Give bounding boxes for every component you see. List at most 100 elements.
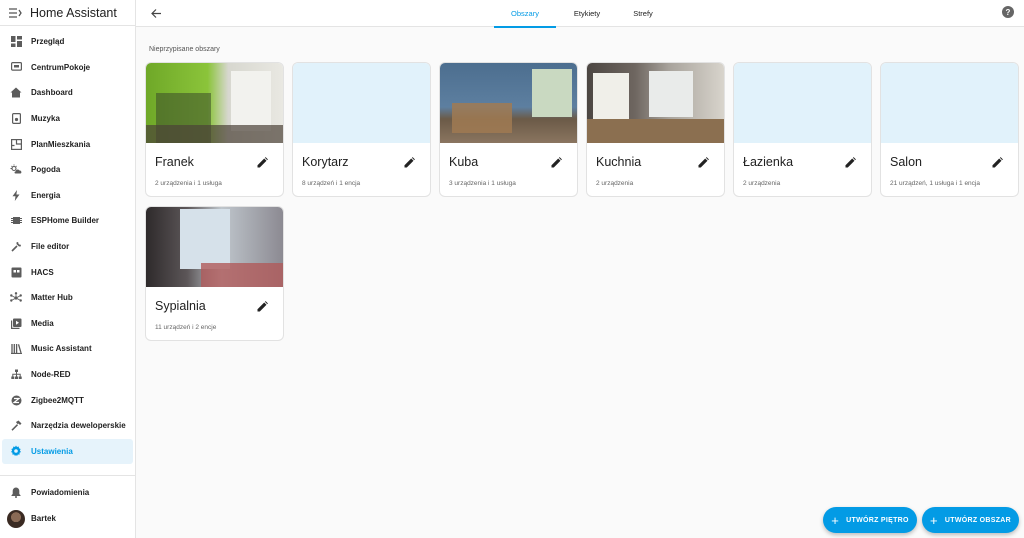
area-card-sypialnia[interactable]: Sypialnia 11 urządzeń i 2 encje (145, 206, 284, 341)
sidebar-item-esphome[interactable]: ESPHome Builder (2, 208, 133, 234)
sidebar-item-file-editor[interactable]: File editor (2, 234, 133, 260)
area-name: Kuba (449, 155, 479, 169)
area-image (146, 63, 283, 143)
menu-icon[interactable] (8, 6, 22, 20)
sidebar-item-label: HACS (31, 267, 54, 277)
zigbee-icon (10, 394, 22, 406)
area-summary: 2 urządzenia i 1 usługa (155, 180, 222, 187)
pencil-icon[interactable] (698, 155, 710, 168)
plus-icon: + (929, 512, 938, 528)
play-box-icon (10, 317, 22, 329)
arrow-left-icon (150, 8, 161, 18)
area-name: Salon (890, 155, 922, 169)
area-image (587, 63, 724, 143)
area-summary: 2 urządzenia (596, 180, 634, 187)
area-image (146, 207, 283, 287)
area-card-kuchnia[interactable]: Kuchnia 2 urządzenia (586, 62, 725, 197)
wrench-icon (10, 241, 22, 253)
sidebar-item-zigbee2mqtt[interactable]: Zigbee2MQTT (2, 387, 133, 413)
sidebar-item-notifications[interactable]: Powiadomienia (2, 480, 134, 505)
area-card-lazienka[interactable]: Łazienka 2 urządzenia (733, 62, 872, 197)
sidebar-item-label: Narzędzia deweloperskie (31, 421, 126, 431)
monitor-icon (10, 61, 22, 73)
area-card-kuba[interactable]: Kuba 3 urządzenia i 1 usługa (439, 62, 578, 197)
area-name: Franek (155, 155, 194, 169)
sidebar-item-planmieszkania[interactable]: PlanMieszkania (2, 131, 133, 157)
weather-icon (10, 164, 22, 176)
area-image-placeholder (881, 63, 1018, 143)
sidebar-item-label: Music Assistant (31, 344, 92, 354)
sidebar-item-user[interactable]: Bartek (2, 506, 134, 531)
sidebar-item-muzyka[interactable]: Muzyka (2, 106, 133, 132)
area-image (440, 63, 577, 143)
pencil-icon[interactable] (404, 155, 416, 168)
lightning-icon (10, 189, 22, 201)
back-button[interactable] (148, 5, 164, 21)
library-icon (10, 343, 22, 355)
create-floor-button[interactable]: + UTWÓRZ PIĘTRO (823, 507, 917, 533)
create-area-button[interactable]: + UTWÓRZ OBSZAR (922, 507, 1019, 533)
sidebar-item-centrumpokoje[interactable]: CentrumPokoje (2, 55, 133, 81)
app-title: Home Assistant (30, 5, 117, 20)
area-card-korytarz[interactable]: Korytarz 8 urządzeń i 1 encja (292, 62, 431, 197)
section-title: Nieprzypisane obszary (149, 46, 220, 53)
tab-etykiety[interactable]: Etykiety (556, 0, 618, 27)
pencil-icon[interactable] (257, 299, 269, 312)
tab-obszary[interactable]: Obszary (494, 0, 556, 28)
sidebar-item-label: File editor (31, 242, 70, 252)
main-content: Nieprzypisane obszary Franek 2 urządzeni… (136, 27, 1024, 538)
sidebar-item-dev-tools[interactable]: Narzędzia deweloperskie (2, 413, 133, 439)
sidebar-item-label: CentrumPokoje (31, 62, 91, 72)
chip-icon (10, 215, 22, 227)
top-app-bar: Obszary Etykiety Strefy ? (136, 0, 1024, 28)
area-name: Korytarz (302, 155, 349, 169)
sidebar-item-label: Przegląd (31, 37, 65, 47)
sidebar-item-music-assistant[interactable]: Music Assistant (2, 336, 133, 362)
sitemap-icon (10, 369, 22, 381)
help-icon[interactable]: ? (1002, 6, 1014, 18)
sidebar-item-przeglad[interactable]: Przegląd (2, 29, 133, 55)
sidebar-item-pogoda[interactable]: Pogoda (2, 157, 133, 183)
sidebar-item-label: Dashboard (31, 88, 73, 98)
sidebar-item-ustawienia[interactable]: Ustawienia (2, 438, 133, 465)
area-card-franek[interactable]: Franek 2 urządzenia i 1 usługa (145, 62, 284, 197)
pencil-icon[interactable] (257, 155, 269, 168)
speaker-icon (10, 113, 22, 125)
sidebar-item-dashboard[interactable]: Dashboard (2, 80, 133, 106)
sidebar-item-hacs[interactable]: HACS (2, 259, 133, 285)
sidebar-item-media[interactable]: Media (2, 311, 133, 337)
store-icon (10, 266, 22, 278)
area-summary: 21 urządzeń, 1 usługa i 1 encja (890, 180, 980, 187)
create-floor-label: UTWÓRZ PIĘTRO (846, 516, 909, 524)
sidebar-item-matter-hub[interactable]: Matter Hub (2, 285, 133, 311)
sidebar-item-label: Energia (31, 190, 61, 200)
area-summary: 2 urządzenia (743, 180, 781, 187)
hub-icon (10, 291, 22, 304)
hammer-icon (10, 420, 22, 432)
avatar (7, 509, 25, 528)
tab-strefy[interactable]: Strefy (618, 0, 668, 27)
sidebar-item-label: Media (31, 318, 54, 328)
area-name: Kuchnia (596, 155, 642, 169)
sidebar-item-label: Node-RED (31, 370, 71, 380)
sidebar-item-label: Ustawienia (31, 446, 73, 456)
pencil-icon[interactable] (551, 155, 563, 168)
sidebar-item-label: Powiadomienia (31, 488, 90, 497)
area-summary: 11 urządzeń i 2 encje (155, 324, 217, 331)
sidebar: Home Assistant Przegląd CentrumPokoje Da… (0, 0, 136, 538)
home-icon (10, 87, 22, 99)
area-summary: 3 urządzenia i 1 usługa (449, 180, 516, 187)
dashboard-grid-icon (10, 36, 22, 48)
sidebar-item-label: Matter Hub (31, 293, 73, 303)
tab-bar: Obszary Etykiety Strefy (494, 0, 668, 28)
sidebar-item-label: PlanMieszkania (31, 139, 91, 149)
sidebar-item-energia[interactable]: Energia (2, 183, 133, 209)
bell-icon (10, 487, 22, 499)
area-name: Sypialnia (155, 299, 206, 313)
pencil-icon[interactable] (845, 155, 857, 168)
sidebar-item-node-red[interactable]: Node-RED (2, 362, 133, 388)
area-name: Łazienka (743, 155, 794, 169)
plus-icon: + (831, 512, 840, 528)
area-card-salon[interactable]: Salon 21 urządzeń, 1 usługa i 1 encja (880, 62, 1019, 197)
pencil-icon[interactable] (992, 155, 1004, 168)
